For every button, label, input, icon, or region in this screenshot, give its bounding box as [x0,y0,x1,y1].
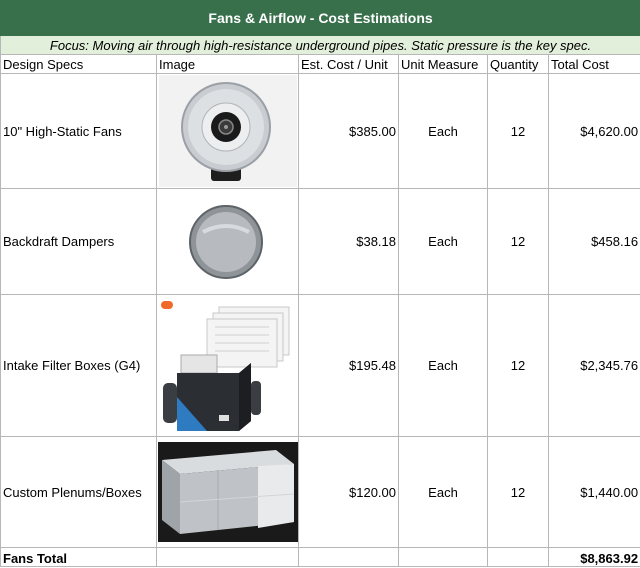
header-unit-cost[interactable]: Est. Cost / Unit [298,54,399,74]
table-row: Custom Plenums/Boxes $120.00 Each 12 $1,… [0,436,640,548]
quantity-cell[interactable]: 12 [487,188,549,295]
total-row: Fans Total $8,863.92 [0,547,640,567]
image-cell[interactable] [156,188,299,295]
image-cell[interactable] [156,73,299,189]
quantity-cell[interactable]: 12 [487,73,549,189]
total-cost-cell[interactable]: $1,440.00 [547,436,640,548]
empty-cell[interactable] [298,547,399,567]
quantity-cell[interactable]: 12 [487,436,549,548]
focus-row: Focus: Moving air through high-resistanc… [0,35,640,55]
focus-note[interactable]: Focus: Moving air through high-resistanc… [0,35,640,55]
sheet-title[interactable]: Fans & Airflow - Cost Estimations [0,0,640,36]
quantity-cell[interactable]: 12 [487,294,549,437]
unit-cost-cell[interactable]: $38.18 [298,188,399,295]
header-quantity[interactable]: Quantity [487,54,549,74]
table-row: Intake Filter Boxes (G4) $195.48 Each 12… [0,294,640,437]
spec-cell[interactable]: Intake Filter Boxes (G4) [0,294,157,437]
total-cost-cell[interactable]: $458.16 [547,188,640,295]
header-unit-measure[interactable]: Unit Measure [398,54,488,74]
image-cell[interactable] [156,436,299,548]
empty-cell[interactable] [156,547,299,567]
empty-cell[interactable] [398,547,488,567]
spec-cell[interactable]: Custom Plenums/Boxes [0,436,157,548]
round-damper-icon [158,191,297,292]
header-image[interactable]: Image [156,54,299,74]
empty-cell[interactable] [487,547,549,567]
unit-cost-cell[interactable]: $120.00 [298,436,399,548]
unit-measure-cell[interactable]: Each [398,73,488,189]
unit-cost-cell[interactable]: $385.00 [298,73,399,189]
inline-fan-icon [158,75,297,187]
image-cell[interactable] [156,294,299,437]
unit-cost-cell[interactable]: $195.48 [298,294,399,437]
sheet-metal-plenum-icon [157,442,298,542]
header-design-specs[interactable]: Design Specs [0,54,157,74]
total-cost-cell[interactable]: $2,345.76 [547,294,640,437]
grand-total-value[interactable]: $8,863.92 [547,547,640,567]
table-row: 10" High-Static Fans $385.00 Each 12 $4,… [0,73,640,189]
total-label[interactable]: Fans Total [0,547,157,567]
unit-measure-cell[interactable]: Each [398,294,488,437]
unit-measure-cell[interactable]: Each [398,188,488,295]
filter-box-icon [158,296,297,435]
spec-cell[interactable]: 10" High-Static Fans [0,73,157,189]
total-cost-cell[interactable]: $4,620.00 [547,73,640,189]
title-row: Fans & Airflow - Cost Estimations [0,0,640,36]
header-total-cost[interactable]: Total Cost [547,54,640,74]
unit-measure-cell[interactable]: Each [398,436,488,548]
spec-cell[interactable]: Backdraft Dampers [0,188,157,295]
cost-table: Fans & Airflow - Cost Estimations Focus:… [0,0,640,567]
header-row: Design Specs Image Est. Cost / Unit Unit… [0,54,640,74]
table-row: Backdraft Dampers $38.18 Each 12 $458.16 [0,188,640,295]
